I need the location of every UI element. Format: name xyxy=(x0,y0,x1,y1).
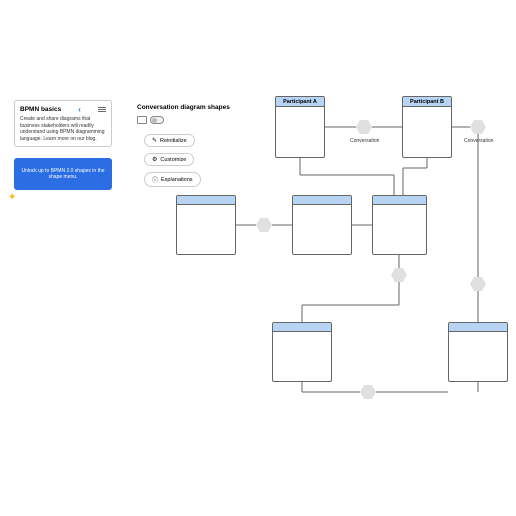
node-2[interactable] xyxy=(292,195,352,255)
hex-mid-3[interactable] xyxy=(470,277,486,291)
node-4[interactable] xyxy=(272,322,332,382)
chevron-left-icon[interactable]: ‹ xyxy=(78,105,81,114)
shape-toggle[interactable] xyxy=(137,116,164,124)
sparkle-icon: ✦ xyxy=(8,192,16,203)
conv-label-1: Conversation xyxy=(350,138,379,144)
wand-icon: ✎ xyxy=(152,137,157,144)
node-1[interactable] xyxy=(176,195,236,255)
explanations-button[interactable]: ⓘ Explanations xyxy=(144,172,201,187)
participant-b-header: Participant B xyxy=(403,97,451,107)
hamburger-icon[interactable] xyxy=(98,107,106,112)
promo-card[interactable]: Unlock up to BPMN 2.0 shapes in the shap… xyxy=(14,158,112,190)
settings-icon: ⚙ xyxy=(152,156,157,163)
info-icon: ⓘ xyxy=(152,175,158,184)
customize-button[interactable]: ⚙ Customize xyxy=(144,153,194,166)
hex-bottom[interactable] xyxy=(360,385,376,399)
node-3[interactable] xyxy=(372,195,427,255)
square-toggle-icon xyxy=(137,116,147,124)
participant-a[interactable]: Participant A xyxy=(275,96,325,158)
pill-toggle-icon xyxy=(150,116,164,124)
reinitialize-button[interactable]: ✎ Reinitialize xyxy=(144,134,195,147)
node-5[interactable] xyxy=(448,322,508,382)
participant-a-header: Participant A xyxy=(276,97,324,107)
hex-mid-1[interactable] xyxy=(256,218,272,232)
conv-label-2: Conversation xyxy=(464,138,493,144)
shapes-heading: Conversation diagram shapes xyxy=(137,104,230,111)
conversation-hex-2[interactable] xyxy=(470,120,486,134)
info-body: Create and share diagrams that business … xyxy=(20,116,106,142)
bpmn-info-card: BPMN basics ‹ Create and share diagrams … xyxy=(14,100,112,147)
hex-mid-2[interactable] xyxy=(391,268,407,282)
conversation-hex-1[interactable] xyxy=(356,120,372,134)
info-title: BPMN basics xyxy=(20,106,61,113)
participant-b[interactable]: Participant B xyxy=(402,96,452,158)
promo-text: Unlock up to BPMN 2.0 shapes in the shap… xyxy=(20,168,106,181)
